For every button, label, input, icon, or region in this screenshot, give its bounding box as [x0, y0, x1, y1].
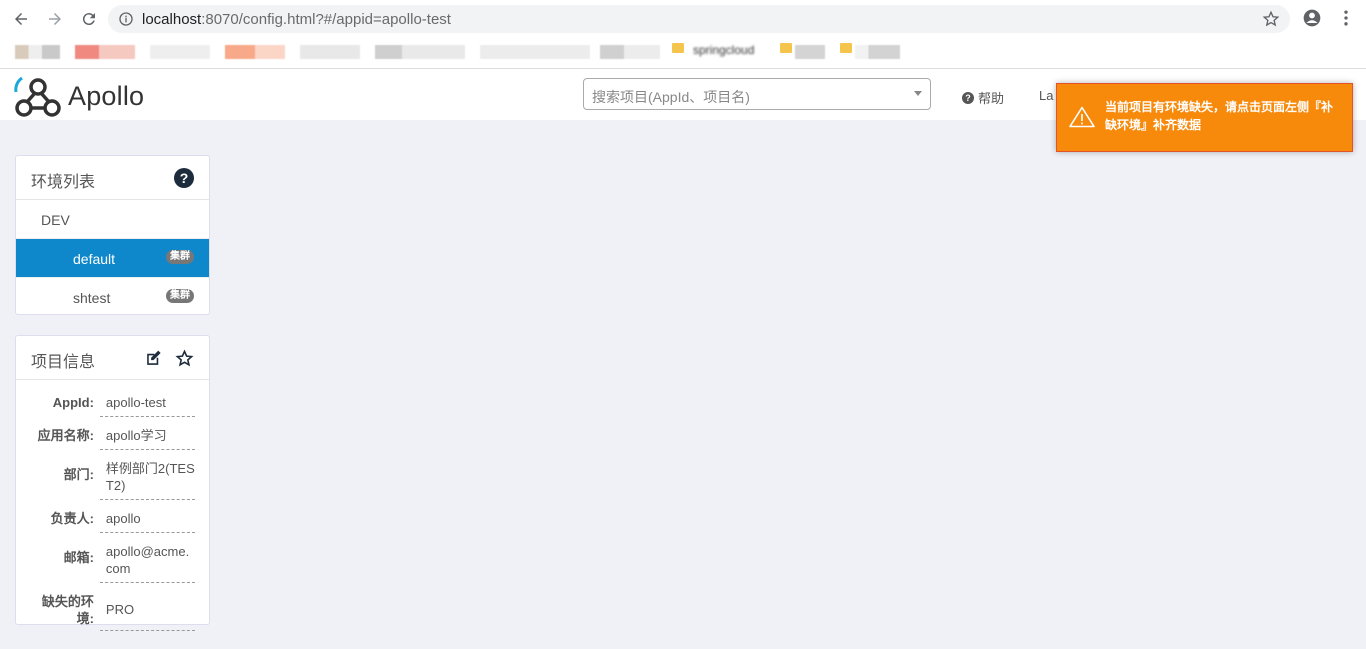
panel-title: 项目信息 [31, 354, 96, 371]
info-list: AppId: apollo-test 应用名称: apollo学习 部门: 样例… [16, 380, 209, 645]
bookmark-item[interactable] [600, 45, 660, 59]
more-vert-icon[interactable] [1336, 8, 1356, 28]
reload-button[interactable] [78, 8, 100, 30]
bookmark-item[interactable] [300, 45, 360, 59]
info-key: 邮箱: [63, 550, 94, 565]
info-value: 样例部门2(TEST2) [99, 456, 195, 500]
info-row-missing-env: 缺失的环境: PRO [30, 589, 195, 631]
question-circle-icon: ? [962, 91, 974, 104]
bookmark-item[interactable] [75, 45, 135, 59]
bookmark-item[interactable] [855, 45, 900, 59]
warning-toast[interactable]: 当前项目有环境缺失，请点击页面左侧『补缺环境』补齐数据 [1056, 83, 1353, 152]
logo-text: Apollo [68, 80, 145, 111]
forward-button[interactable] [44, 8, 66, 30]
warning-triangle-icon [1069, 106, 1095, 128]
edit-icon[interactable] [144, 349, 163, 368]
chevron-down-icon [914, 91, 922, 96]
info-key: 部门: [63, 467, 94, 482]
arrow-left-icon [15, 13, 27, 25]
env-name: DEV [41, 212, 70, 228]
bookmark-item[interactable] [480, 45, 590, 59]
apollo-logo[interactable]: Apollo [12, 72, 144, 120]
panel-actions [144, 349, 194, 368]
url-text: localhost:8070/config.html?#/appid=apoll… [142, 10, 451, 28]
panel-header: 环境列表 ? [16, 156, 209, 200]
project-info-panel: 项目信息 AppId: apollo-test 应用名称: apollo学习 部… [15, 335, 210, 631]
panel-header: 项目信息 [16, 336, 209, 380]
info-value: apollo学习 [99, 423, 195, 450]
info-value: apollo-test [99, 390, 195, 417]
folder-icon [672, 43, 684, 53]
bookmark-folder-label[interactable]: springcloud [693, 43, 754, 57]
question-circle-icon[interactable]: ? [174, 168, 194, 188]
bookmark-star-icon[interactable] [1262, 10, 1280, 28]
info-row-owner: 负责人: apollo [30, 506, 195, 533]
reload-icon [82, 13, 95, 26]
bookmarks-bar: springcloud [0, 38, 1366, 69]
cluster-item-shtest[interactable]: shtest 集群 [16, 278, 209, 316]
star-icon[interactable] [175, 349, 194, 368]
folder-icon [780, 43, 792, 53]
env-item-dev[interactable]: DEV [16, 200, 209, 239]
env-list-panel: 环境列表 ? DEV default 集群 shtest 集群 [15, 155, 210, 315]
info-key: AppId: [52, 395, 94, 410]
info-key: 负责人: [50, 511, 94, 526]
panel-title: 环境列表 [31, 174, 96, 191]
info-value: apollo [99, 506, 195, 533]
cluster-badge: 集群 [166, 289, 194, 303]
bookmark-item[interactable] [150, 45, 210, 59]
toast-message: 当前项目有环境缺失，请点击页面左侧『补缺环境』补齐数据 [1105, 100, 1334, 132]
info-row-appid: AppId: apollo-test [30, 390, 195, 417]
folder-icon [840, 43, 852, 53]
bookmark-item[interactable] [225, 45, 285, 59]
arrow-right-icon [49, 13, 61, 25]
account-icon[interactable] [1302, 8, 1322, 28]
cluster-name: default [73, 251, 116, 267]
cluster-item-default[interactable]: default 集群 [16, 239, 209, 278]
bookmark-item[interactable] [15, 45, 60, 59]
app-search-select[interactable]: 搜索项目(AppId、项目名) [583, 78, 931, 110]
info-key: 应用名称: [37, 428, 94, 443]
back-button[interactable] [10, 8, 32, 30]
search-placeholder: 搜索项目(AppId、项目名) [592, 89, 750, 105]
cluster-name: shtest [73, 290, 111, 306]
info-key: 缺失的环境: [41, 594, 94, 626]
cluster-badge: 集群 [166, 250, 194, 264]
info-value: PRO [99, 589, 195, 631]
bookmark-item[interactable] [795, 45, 825, 59]
info-row-department: 部门: 样例部门2(TEST2) [30, 456, 195, 500]
bookmark-item[interactable] [375, 45, 465, 59]
address-bar[interactable]: localhost:8070/config.html?#/appid=apoll… [108, 5, 1290, 33]
info-row-email: 邮箱: apollo@acme.com [30, 539, 195, 583]
info-row-app-name: 应用名称: apollo学习 [30, 423, 195, 450]
help-link[interactable]: ? 帮助 [962, 88, 1004, 107]
info-icon [119, 12, 133, 26]
apollo-logo-icon [14, 76, 61, 117]
info-value: apollo@acme.com [99, 539, 195, 583]
browser-toolbar: localhost:8070/config.html?#/appid=apoll… [0, 0, 1366, 38]
language-link[interactable]: La [1039, 88, 1053, 103]
browser-actions [1302, 8, 1356, 28]
help-label: 帮助 [978, 91, 1005, 106]
